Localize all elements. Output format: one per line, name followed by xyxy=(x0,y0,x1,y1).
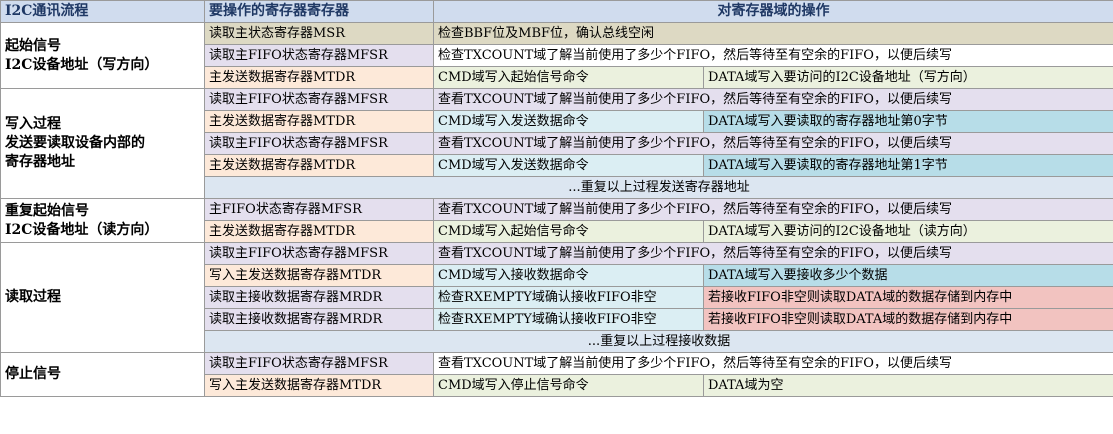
register-cell: 主发送数据寄存器MTDR xyxy=(204,154,434,177)
cmd-cell: CMD域写入发送数据命令 xyxy=(433,110,704,133)
register-cell: 读取主FIFO状态寄存器MFSR xyxy=(204,132,434,155)
header-flow: I2C通讯流程 xyxy=(0,0,205,23)
stage-label: I2C设备地址（读方向） xyxy=(5,221,159,238)
op-cell: 检查BBF位及MBF位，确认总线空闲 xyxy=(433,22,1113,45)
register-cell: 写入主发送数据寄存器MTDR xyxy=(204,264,434,287)
cmd-cell: CMD域写入接收数据命令 xyxy=(433,264,704,287)
header-register: 要操作的寄存器寄存器 xyxy=(204,0,434,23)
op-cell: 查看TXCOUNT域了解当前使用了多少个FIFO，然后等待至有空余的FIFO，以… xyxy=(433,242,1113,265)
stage-label: 发送要读取设备内部的 xyxy=(5,135,145,151)
repeat-note: ...重复以上过程接收数据 xyxy=(204,330,1113,353)
register-cell: 主FIFO状态寄存器MFSR xyxy=(204,198,434,221)
register-cell: 读取主接收数据寄存器MRDR xyxy=(204,286,434,309)
stage-label: I2C设备地址（写方向） xyxy=(5,56,159,73)
header-field-op: 对寄存器域的操作 xyxy=(433,0,1113,23)
repeat-note: ...重复以上过程发送寄存器地址 xyxy=(204,176,1113,199)
header-row: I2C通讯流程 要操作的寄存器寄存器 对寄存器域的操作 xyxy=(0,0,1113,23)
data-cell: DATA域写入要读取的寄存器地址第0字节 xyxy=(703,110,1113,133)
stage-label: 停止信号 xyxy=(5,366,61,382)
register-cell: 读取主FIFO状态寄存器MFSR xyxy=(204,44,434,67)
table-row: 起始信号 I2C设备地址（写方向） 读取主状态寄存器MSR 检查BBF位及MBF… xyxy=(0,22,1113,89)
cmd-cell: CMD域写入停止信号命令 xyxy=(433,374,704,397)
op-cell: 查看TXCOUNT域了解当前使用了多少个FIFO，然后等待至有空余的FIFO，以… xyxy=(433,88,1113,111)
stage-stop: 停止信号 xyxy=(0,352,205,397)
op-cell: 查看TXCOUNT域了解当前使用了多少个FIFO，然后等待至有空余的FIFO，以… xyxy=(433,352,1113,375)
cmd-cell: CMD域写入起始信号命令 xyxy=(433,66,704,89)
op-cell: 检查TXCOUNT域了解当前使用了多少个FIFO，然后等待至有空余的FIFO，以… xyxy=(433,44,1113,67)
register-cell: 读取主FIFO状态寄存器MFSR xyxy=(204,242,434,265)
data-cell: DATA域写入要访问的I2C设备地址（写方向） xyxy=(703,66,1113,89)
register-cell: 主发送数据寄存器MTDR xyxy=(204,66,434,89)
table-row: 停止信号 读取主FIFO状态寄存器MFSR 查看TXCOUNT域了解当前使用了多… xyxy=(0,352,1113,397)
stage-label: 寄存器地址 xyxy=(5,154,75,170)
table-row: 重复起始信号 I2C设备地址（读方向） 主FIFO状态寄存器MFSR 查看TXC… xyxy=(0,198,1113,243)
data-cell: DATA域为空 xyxy=(703,374,1113,397)
i2c-flow-table: I2C通讯流程 要操作的寄存器寄存器 对寄存器域的操作 起始信号 I2C设备地址… xyxy=(0,0,1113,397)
stage-label: 读取过程 xyxy=(5,289,61,305)
cmd-cell: CMD域写入发送数据命令 xyxy=(433,154,704,177)
stage-write: 写入过程 发送要读取设备内部的 寄存器地址 xyxy=(0,88,205,199)
op-cell: 查看TXCOUNT域了解当前使用了多少个FIFO，然后等待至有空余的FIFO，以… xyxy=(433,132,1113,155)
cmd-cell: 检查RXEMPTY域确认接收FIFO非空 xyxy=(433,308,704,331)
data-cell: 若接收FIFO非空则读取DATA域的数据存储到内存中 xyxy=(703,286,1113,309)
register-cell: 读取主状态寄存器MSR xyxy=(204,22,434,45)
register-cell: 主发送数据寄存器MTDR xyxy=(204,220,434,243)
data-cell: DATA域写入要访问的I2C设备地址（读方向） xyxy=(703,220,1113,243)
stage-label: 起始信号 xyxy=(5,37,61,54)
table-row: 读取过程 读取主FIFO状态寄存器MFSR 查看TXCOUNT域了解当前使用了多… xyxy=(0,242,1113,353)
stage-label: 写入过程 xyxy=(5,116,61,132)
data-cell: 若接收FIFO非空则读取DATA域的数据存储到内存中 xyxy=(703,308,1113,331)
data-cell: DATA域写入要读取的寄存器地址第1字节 xyxy=(703,154,1113,177)
register-cell: 主发送数据寄存器MTDR xyxy=(204,110,434,133)
stage-start: 起始信号 I2C设备地址（写方向） xyxy=(0,22,205,89)
stage-restart: 重复起始信号 I2C设备地址（读方向） xyxy=(0,198,205,243)
register-cell: 读取主接收数据寄存器MRDR xyxy=(204,308,434,331)
register-cell: 写入主发送数据寄存器MTDR xyxy=(204,374,434,397)
op-cell: 查看TXCOUNT域了解当前使用了多少个FIFO，然后等待至有空余的FIFO，以… xyxy=(433,198,1113,221)
data-cell: DATA域写入要接收多少个数据 xyxy=(703,264,1113,287)
stage-label: 重复起始信号 xyxy=(5,202,89,219)
register-cell: 读取主FIFO状态寄存器MFSR xyxy=(204,352,434,375)
cmd-cell: CMD域写入起始信号命令 xyxy=(433,220,704,243)
stage-read: 读取过程 xyxy=(0,242,205,353)
register-cell: 读取主FIFO状态寄存器MFSR xyxy=(204,88,434,111)
cmd-cell: 检查RXEMPTY域确认接收FIFO非空 xyxy=(433,286,704,309)
table-row: 写入过程 发送要读取设备内部的 寄存器地址 读取主FIFO状态寄存器MFSR 查… xyxy=(0,88,1113,199)
